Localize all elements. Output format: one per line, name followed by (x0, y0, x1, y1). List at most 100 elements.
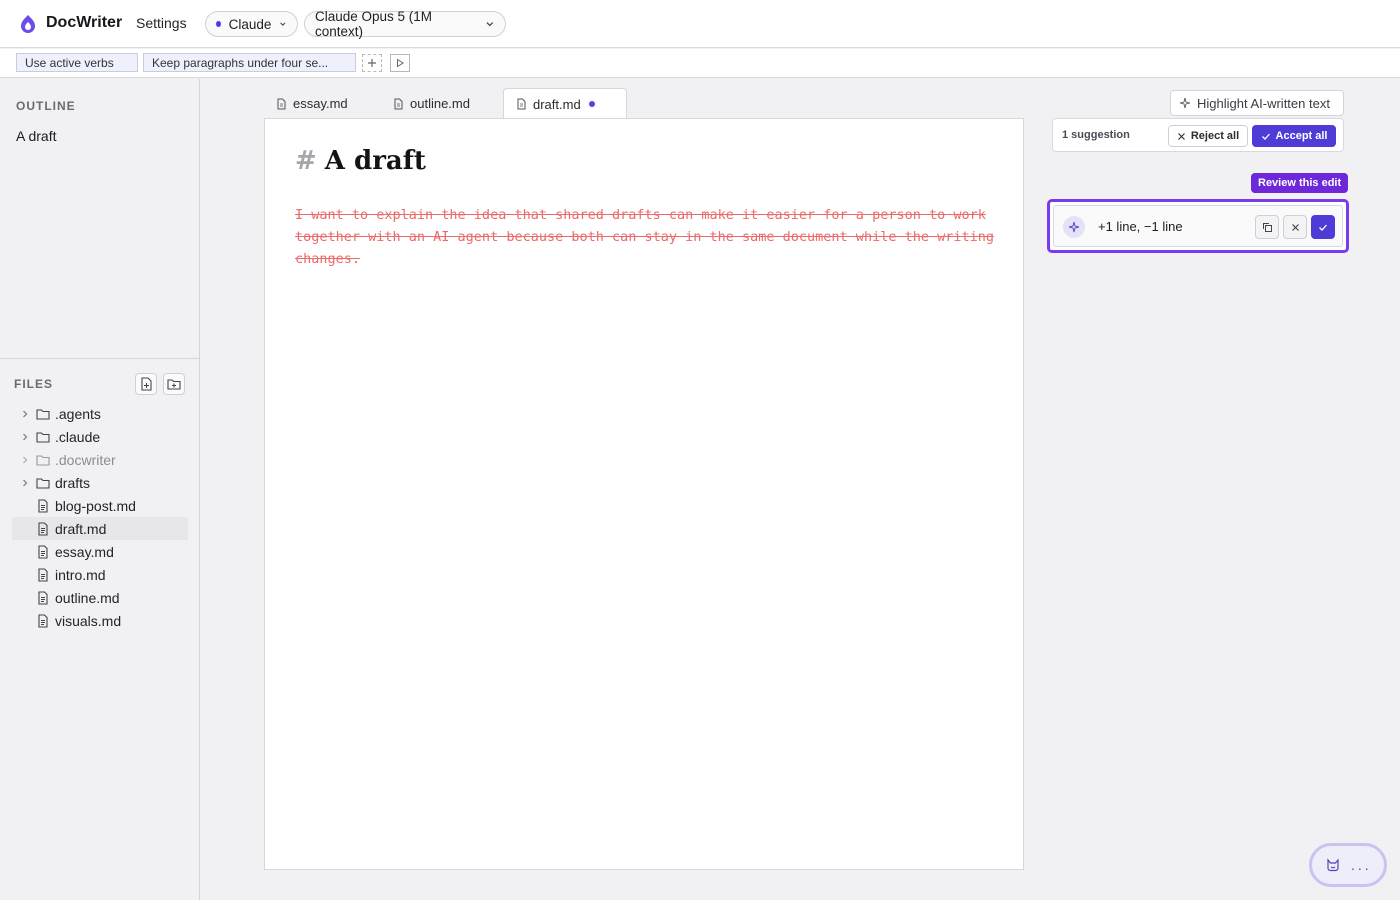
tab-label: essay.md (293, 96, 348, 111)
tab-label: draft.md (533, 96, 581, 112)
document-title-text: A draft (324, 146, 426, 176)
folder-icon (36, 431, 50, 443)
close-icon (1291, 223, 1299, 231)
new-file-button[interactable] (135, 373, 157, 395)
highlight-ai-text-button[interactable]: Highlight AI-written text (1170, 90, 1344, 116)
tree-item-label: intro.md (55, 566, 106, 583)
suggestions-bar: 1 suggestion Reject all Accept all (1052, 118, 1344, 152)
edit-summary: +1 line, −1 line (1098, 219, 1183, 234)
highlight-label: Highlight AI-written text (1197, 95, 1330, 111)
new-folder-button[interactable] (163, 373, 185, 395)
chevron-down-icon (486, 22, 494, 27)
chevron-right-icon (23, 433, 28, 440)
tree-file-visuals[interactable]: visuals.md (12, 609, 188, 632)
tree-folder-drafts[interactable]: drafts (12, 471, 188, 494)
file-icon (38, 590, 48, 605)
files-heading: FILES (14, 377, 54, 391)
file-icon (277, 98, 286, 109)
plus-icon (368, 59, 376, 67)
outline-item[interactable]: A draft (16, 128, 56, 144)
settings-link[interactable]: Settings (136, 15, 187, 31)
copy-edit-button[interactable] (1255, 215, 1279, 239)
heading-marker: # (295, 146, 317, 176)
check-icon (1261, 133, 1270, 140)
top-bar: DocWriter Settings Claude Claude Opus 5 … (0, 0, 1400, 48)
rules-bar: Use active verbs Keep paragraphs under f… (0, 49, 1400, 78)
provider-label: Claude (228, 16, 272, 32)
run-rules-button[interactable] (390, 54, 410, 72)
tree-folder-claude[interactable]: .claude (12, 425, 188, 448)
outline-heading: OUTLINE (16, 99, 76, 113)
tab-draft[interactable]: draft.md (503, 88, 627, 119)
accept-all-label: Accept all (1275, 130, 1328, 142)
file-icon (38, 567, 48, 582)
review-edit-tag: Review this edit (1251, 173, 1349, 193)
tree-item-label: blog-post.md (55, 497, 136, 514)
model-select[interactable]: Claude Opus 5 (1M context) (304, 9, 506, 39)
deleted-paragraph[interactable]: I want to explain the idea that shared d… (295, 204, 1005, 270)
tab-essay[interactable]: essay.md (264, 88, 382, 119)
document-title[interactable]: # A draft (295, 146, 426, 176)
document-editor[interactable]: # A draft I want to explain the idea that… (264, 118, 1024, 870)
provider-status-dot (216, 21, 221, 27)
docwriter-logo-icon (21, 15, 35, 33)
rule-chip[interactable]: Keep paragraphs under four se... (143, 53, 356, 72)
ai-avatar (1063, 216, 1085, 238)
tree-folder-agents[interactable]: .agents (12, 402, 188, 425)
tree-item-label: .docwriter (55, 451, 116, 468)
typing-dots: ... (1351, 857, 1372, 873)
sparkle-icon (1068, 221, 1080, 233)
reject-all-button[interactable]: Reject all (1168, 125, 1248, 147)
edit-suggestion-body: +1 line, −1 line (1053, 205, 1343, 247)
suggestion-count: 1 suggestion (1062, 129, 1130, 141)
tree-file-outline[interactable]: outline.md (12, 586, 188, 609)
folder-icon (36, 408, 50, 420)
tree-file-intro[interactable]: intro.md (12, 563, 188, 586)
tree-file-blog-post[interactable]: blog-post.md (12, 494, 188, 517)
provider-select[interactable]: Claude (205, 11, 298, 37)
accept-all-button[interactable]: Accept all (1252, 125, 1336, 147)
chevron-right-icon (23, 479, 28, 486)
file-tree: .agents .claude .docwriter drafts blog-p… (12, 402, 188, 632)
tree-file-essay[interactable]: essay.md (12, 540, 188, 563)
tree-item-label: drafts (55, 474, 91, 491)
reject-edit-button[interactable] (1283, 215, 1307, 239)
check-icon (1319, 224, 1327, 231)
unsaved-indicator (588, 101, 595, 107)
model-label: Claude Opus 5 (1M context) (315, 9, 433, 39)
file-icon (38, 613, 48, 628)
file-icon (517, 98, 526, 110)
tree-file-draft[interactable]: draft.md (12, 517, 188, 540)
tree-item-label: draft.md (55, 520, 107, 537)
file-icon (38, 498, 48, 513)
sidebar-divider[interactable] (0, 358, 199, 359)
tree-item-label: essay.md (55, 543, 114, 560)
tree-item-label: outline.md (55, 589, 120, 606)
folder-icon (36, 454, 50, 466)
tree-folder-docwriter[interactable]: .docwriter (12, 448, 188, 471)
folder-icon (36, 477, 50, 489)
tree-item-label: visuals.md (55, 612, 122, 629)
copy-icon (1262, 222, 1272, 232)
edit-suggestion-card[interactable]: +1 line, −1 line (1047, 199, 1349, 253)
reject-all-label: Reject all (1190, 130, 1240, 142)
accept-edit-button[interactable] (1311, 215, 1335, 239)
cat-icon (1327, 858, 1339, 872)
tree-item-label: .agents (55, 405, 101, 422)
file-icon (394, 98, 403, 109)
add-rule-button[interactable] (362, 54, 382, 72)
new-folder-icon (167, 379, 181, 390)
tree-item-label: .claude (55, 428, 101, 445)
chevron-down-icon (280, 22, 286, 26)
rule-chip[interactable]: Use active verbs (16, 53, 138, 72)
assistant-chat-button[interactable]: ... (1309, 843, 1387, 887)
tab-outline[interactable]: outline.md (381, 88, 501, 119)
tab-label: outline.md (410, 96, 470, 111)
left-sidebar: OUTLINE A draft FILES .agents .claude .d… (0, 79, 200, 900)
sparkle-icon (1179, 97, 1191, 109)
file-icon (38, 544, 48, 559)
close-icon (1177, 132, 1185, 140)
chevron-right-icon (23, 456, 28, 463)
app-name: DocWriter (46, 14, 123, 31)
chevron-right-icon (23, 410, 28, 417)
